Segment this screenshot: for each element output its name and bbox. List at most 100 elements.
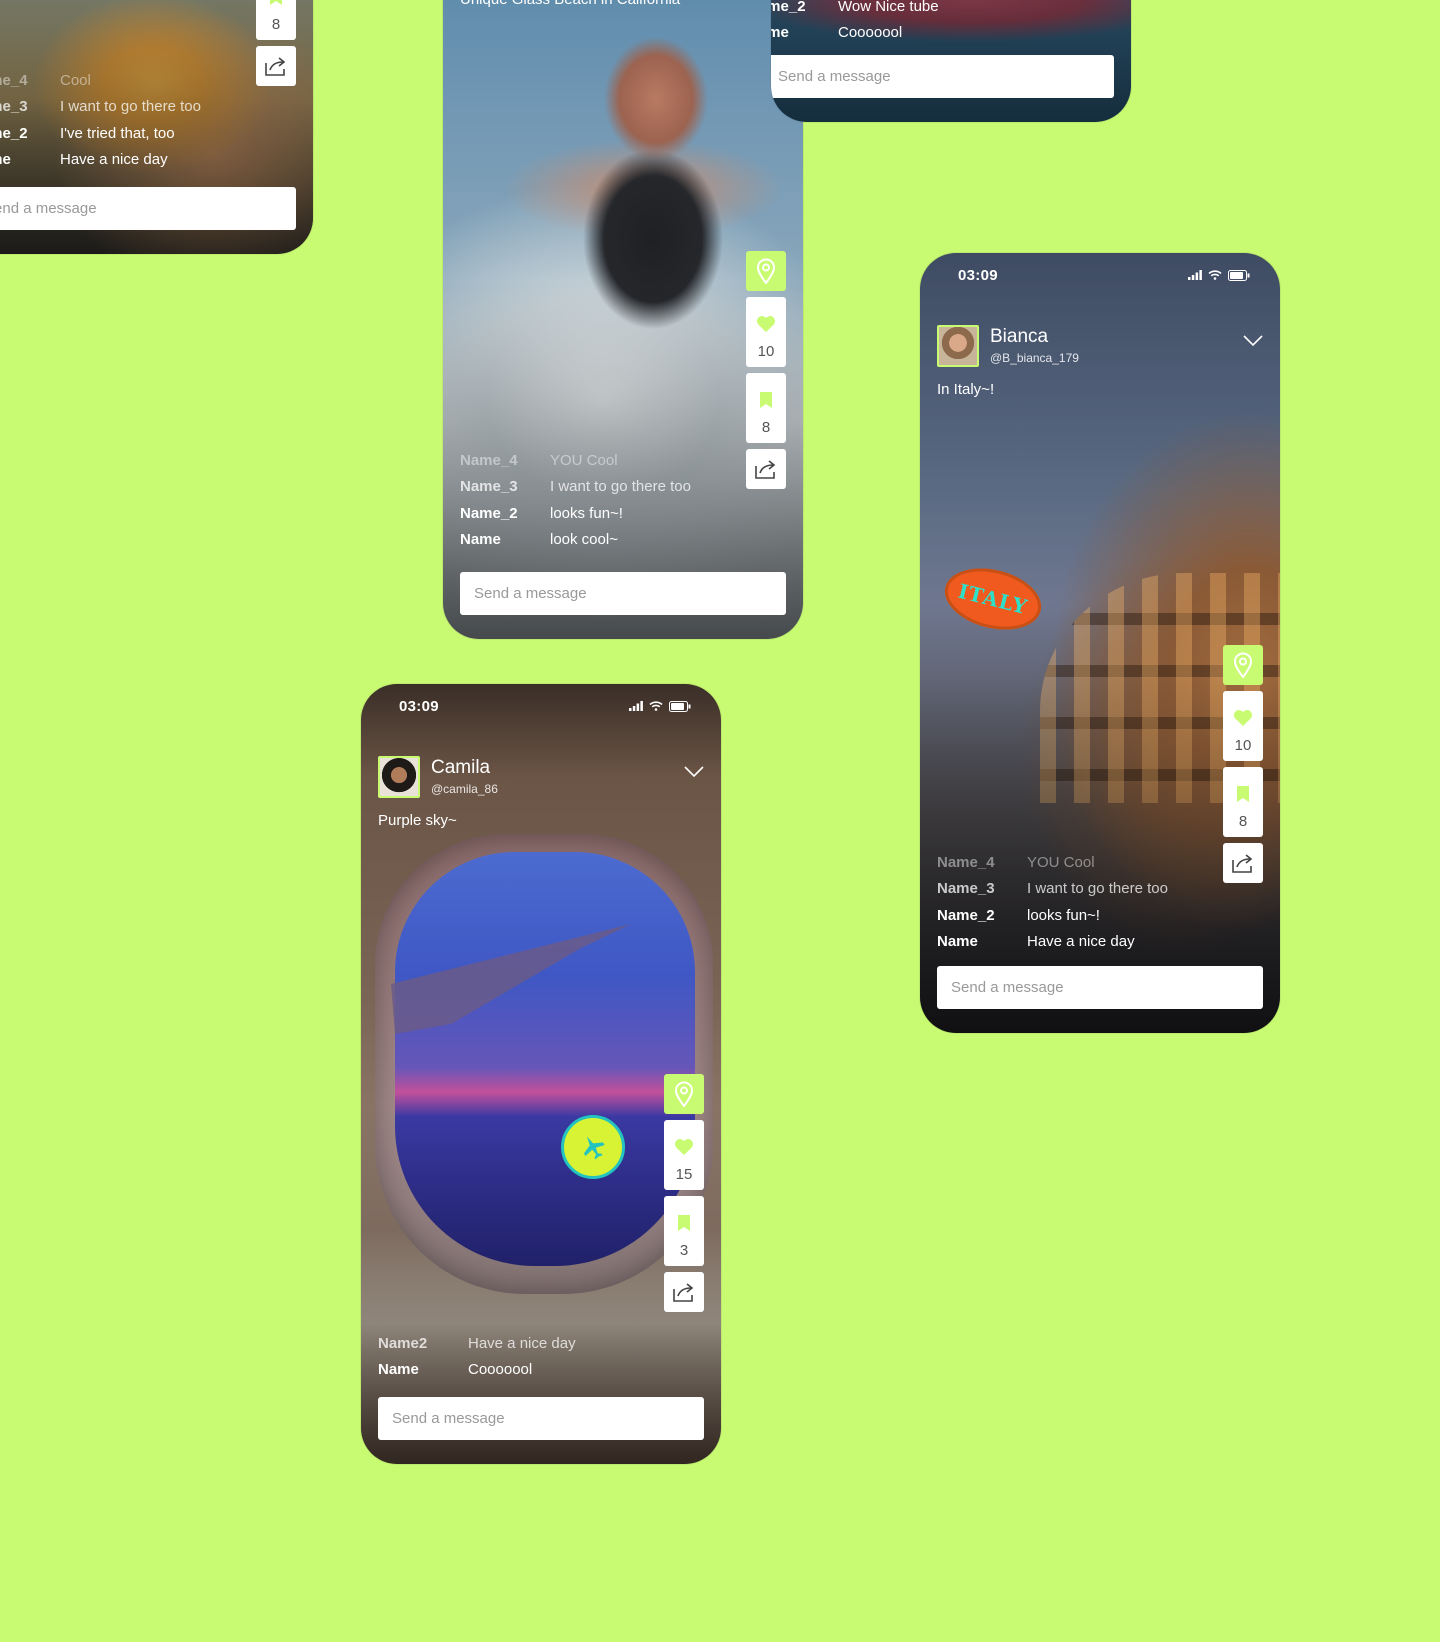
share-button[interactable] (256, 46, 296, 86)
action-bar: 15 3 (664, 1074, 704, 1312)
comment-list: Name_4 YOU Cool Name_3 I want to go there … (460, 447, 720, 553)
sticker-label: ITALY (955, 578, 1031, 620)
message-input[interactable]: Send a message (937, 966, 1263, 1009)
status-icons (629, 700, 691, 712)
comment-row: Name_4 YOU Cool (460, 447, 720, 474)
like-button[interactable]: 10 (746, 297, 786, 367)
comment-author: Name (937, 933, 978, 951)
comment-row: Name Have a nice day (937, 929, 1197, 956)
comment-author: Name_4 (460, 451, 518, 469)
signal-icon (629, 701, 643, 711)
bookmark-button[interactable]: 3 (664, 1196, 704, 1266)
comment-list: Name_2 Wow Nice tube Name Cooooool (771, 0, 1008, 46)
comment-author: Name_2 (0, 124, 28, 142)
comment-text: looks fun~! (550, 504, 623, 522)
like-count: 10 (757, 343, 775, 360)
profile-header: Bianca @B_bianca_179 (937, 325, 1263, 369)
comment-author: Name (771, 24, 789, 42)
heart-icon (674, 1139, 694, 1155)
comment-row: Name_2 looks fun~! (937, 902, 1197, 929)
comment-author: Name_2 (771, 0, 806, 15)
battery-icon (669, 700, 691, 712)
comment-row: Name_4 YOU Cool (937, 849, 1197, 876)
message-input[interactable]: Send a message (771, 55, 1114, 98)
bookmark-count: 8 (1238, 813, 1248, 830)
location-button[interactable] (664, 1074, 704, 1114)
like-button[interactable]: 10 (1223, 691, 1263, 761)
share-button[interactable] (664, 1272, 704, 1312)
comment-row: Name Cooooool (378, 1357, 638, 1384)
post-caption: Unique Glass Beach in California (460, 0, 680, 8)
location-button[interactable] (1223, 645, 1263, 685)
user-handle: @camila_86 (431, 782, 498, 796)
comment-text: looks fun~! (1027, 906, 1100, 924)
comment-text: I want to go there too (60, 98, 201, 116)
comment-row: Name2 Have a nice day (378, 1330, 638, 1357)
comment-list: Name2 Have a nice day Name Cooooool (378, 1330, 638, 1383)
airplane-icon (583, 1136, 605, 1160)
comment-row: Name_3 I want to go there too (460, 474, 720, 501)
post-caption: In Italy~! (937, 381, 995, 398)
share-icon (265, 57, 286, 76)
avatar[interactable] (937, 325, 979, 367)
status-time: 03:09 (399, 697, 439, 715)
message-input[interactable]: Send a message (460, 572, 786, 615)
like-count: 10 (1234, 737, 1252, 754)
bookmark-count: 3 (679, 1242, 689, 1259)
comment-text: Cool (60, 71, 91, 89)
share-icon (755, 460, 776, 479)
comment-author: Name_2 (460, 504, 518, 522)
comment-row: Name_4 Cool (0, 67, 230, 94)
story-card-left: 8 Name_4 Cool Name_3 I want to go there to… (0, 0, 313, 254)
message-input[interactable]: Send a message (378, 1397, 704, 1440)
signal-icon (1188, 270, 1202, 280)
comment-text: look cool~ (550, 531, 618, 549)
message-input[interactable]: Send a message (0, 187, 296, 230)
location-button[interactable] (746, 251, 786, 291)
comment-author: Name_3 (460, 478, 518, 496)
chevron-down-icon[interactable] (684, 766, 704, 778)
bookmark-count: 8 (761, 419, 771, 436)
comment-text: Cooooool (468, 1361, 533, 1379)
comment-text: Have a nice day (1027, 933, 1135, 951)
plane-wing (391, 924, 631, 1034)
comment-row: Name_2 Wow Nice tube (771, 0, 1008, 20)
user-name[interactable]: Camila (431, 757, 490, 779)
profile-header: Camila @camila_86 (378, 756, 704, 800)
comment-list: Name_4Cool Name_3I want to go there too … (0, 67, 230, 173)
comment-row: Name_3 I want to go there too (937, 876, 1197, 903)
location-pin-icon (674, 1081, 694, 1107)
action-bar: 10 8 (746, 251, 786, 489)
comment-row: Name look cool~ (460, 527, 720, 554)
status-icons (1188, 269, 1250, 281)
comment-text: YOU Cool (1027, 853, 1095, 871)
comment-author: Name_4 (0, 71, 28, 89)
like-button[interactable]: 15 (664, 1120, 704, 1190)
status-bar: 03:09 (958, 265, 1250, 285)
share-button[interactable] (746, 449, 786, 489)
status-bar: 03:09 (399, 696, 691, 716)
bookmark-icon (678, 1215, 690, 1231)
airplane-stamp-sticker[interactable] (561, 1115, 625, 1179)
chevron-down-icon[interactable] (1243, 335, 1263, 347)
comment-row: Name_3 I want to go there too (0, 94, 230, 121)
share-button[interactable] (1223, 843, 1263, 883)
comment-text: Cooooool (838, 24, 903, 42)
avatar[interactable] (378, 756, 420, 798)
bookmark-button[interactable]: 8 (1223, 767, 1263, 837)
heart-icon (756, 316, 776, 332)
bookmark-button[interactable]: 8 (746, 373, 786, 443)
comment-author: Name_3 (0, 98, 28, 116)
story-card-italy: 03:09 Bianca @B_bianca_179 In Italy~! IT… (920, 253, 1280, 1033)
bookmark-button[interactable]: 8 (256, 0, 296, 40)
comment-author: Name_2 (937, 906, 995, 924)
user-name[interactable]: Bianca (990, 326, 1048, 348)
battery-icon (1228, 269, 1250, 281)
wifi-icon (1208, 270, 1222, 280)
location-pin-icon (756, 258, 776, 284)
action-bar: 10 8 (1223, 645, 1263, 883)
comment-row: Name Cooooool (771, 20, 1008, 47)
comment-row: Name_2 I've tried that, too (0, 120, 230, 147)
bookmark-icon (1237, 786, 1249, 802)
wifi-icon (649, 701, 663, 711)
